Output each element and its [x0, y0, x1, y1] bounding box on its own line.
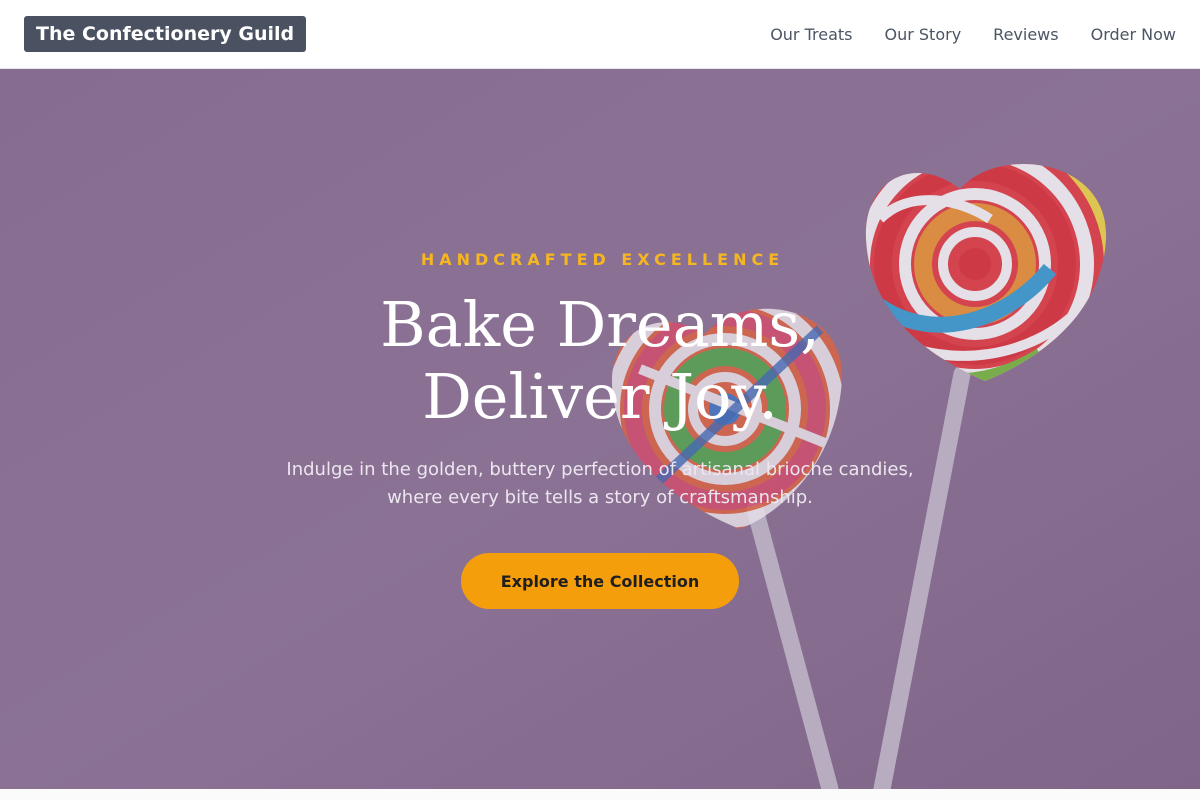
nav-link-reviews[interactable]: Reviews — [993, 25, 1058, 44]
hero-section: HANDCRAFTED EXCELLENCE Bake Dreams, Deli… — [0, 69, 1200, 789]
main-nav: Our Treats Our Story Reviews Order Now — [770, 25, 1176, 44]
hero-headline-line-1: Bake Dreams, — [380, 288, 820, 361]
brand-logo[interactable]: The Confectionery Guild — [24, 16, 307, 52]
hero-headline: Bake Dreams, Deliver Joy. — [0, 289, 1200, 433]
hero-description: Indulge in the golden, buttery perfectio… — [286, 459, 914, 508]
site-header: The Confectionery Guild Our Treats Our S… — [0, 0, 1200, 69]
nav-item-our-story: Our Story — [885, 25, 962, 44]
nav-item-our-treats: Our Treats — [770, 25, 852, 44]
page-bottom-edge — [0, 789, 1200, 800]
explore-collection-button[interactable]: Explore the Collection — [461, 553, 739, 609]
nav-item-order-now: Order Now — [1091, 25, 1176, 44]
hero-eyebrow: HANDCRAFTED EXCELLENCE — [420, 250, 785, 269]
nav-link-order-now[interactable]: Order Now — [1091, 25, 1176, 44]
nav-item-reviews: Reviews — [993, 25, 1058, 44]
nav-link-our-story[interactable]: Our Story — [885, 25, 962, 44]
nav-link-our-treats[interactable]: Our Treats — [770, 25, 852, 44]
hero-headline-line-2: Deliver Joy. — [422, 360, 778, 433]
nav-links: Our Treats Our Story Reviews Order Now — [770, 25, 1176, 44]
hero-content: HANDCRAFTED EXCELLENCE Bake Dreams, Deli… — [0, 69, 1200, 789]
